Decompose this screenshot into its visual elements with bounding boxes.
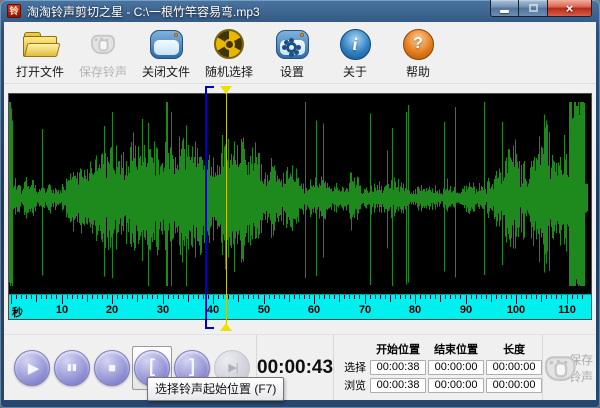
maximize-icon <box>529 4 538 12</box>
toolbar-button-help[interactable]: ? 帮助 <box>390 26 446 81</box>
settings-gear-icon <box>276 30 309 59</box>
column-header-length: 长度 <box>486 341 542 357</box>
play-selection-icon: ▶| <box>228 361 237 374</box>
toolbar-label: 打开文件 <box>16 63 64 80</box>
client-area: 打开文件 保存铃声 关闭文件 随机选择 设置 i 关于 <box>4 22 596 400</box>
toolbar-label: 关闭文件 <box>142 63 190 80</box>
ruler-tick-label: 30 <box>150 304 176 316</box>
save-ringtone-bell-icon <box>88 31 117 57</box>
ruler-tick-label: 110 <box>554 304 580 316</box>
window-controls: × <box>490 0 592 17</box>
open-file-folder-icon <box>23 32 57 57</box>
pause-button[interactable]: ▮▮ <box>52 346 92 390</box>
ruler-tick-label: 90 <box>453 304 479 316</box>
toolbar-label: 关于 <box>343 63 367 80</box>
ruler-tick-label: 40 <box>200 304 226 316</box>
select-start-icon: [ <box>149 356 155 377</box>
close-icon: × <box>566 1 574 16</box>
row-label-selection: 选择 <box>338 359 368 375</box>
waveform-panel: 秒 10 20 30 40 50 60 70 80 90 100 110 <box>8 86 592 332</box>
ruler-tick-label: 20 <box>99 304 125 316</box>
ruler-unit-label: 秒 <box>12 304 23 319</box>
row-label-browse: 浏览 <box>338 377 368 393</box>
ruler-tick-label: 100 <box>503 304 529 316</box>
select-end-icon: ] <box>189 356 195 377</box>
browse-end-value: 00:00:00 <box>428 378 484 393</box>
help-question-icon: ? <box>403 29 434 60</box>
marker-handle-strip-bottom[interactable] <box>8 320 592 332</box>
browse-start-value: 00:00:38 <box>370 378 426 393</box>
toolbar-label: 随机选择 <box>205 63 253 80</box>
column-header-end: 结束位置 <box>428 341 484 357</box>
stop-button[interactable]: ■ <box>92 346 132 390</box>
play-button[interactable]: ▶ <box>12 346 52 390</box>
pause-icon: ▮▮ <box>67 362 77 373</box>
toolbar-button-close-file[interactable]: 关闭文件 <box>138 26 194 81</box>
titlebar[interactable]: 铃 淘淘铃声剪切之星 - C:\一根竹竿容易弯.mp3 × <box>0 0 600 22</box>
browse-length-value: 00:00:00 <box>486 378 542 393</box>
toolbar-button-settings[interactable]: 设置 <box>264 26 320 81</box>
toolbar-button-save-ringtone[interactable]: 保存铃声 <box>75 26 131 81</box>
minimize-button[interactable] <box>490 0 519 17</box>
play-icon: ▶ <box>28 359 40 377</box>
waveform-display[interactable] <box>9 94 591 294</box>
toolbar: 打开文件 保存铃声 关闭文件 随机选择 设置 i 关于 <box>4 22 596 84</box>
about-info-icon: i <box>340 29 371 60</box>
selection-start-value: 00:00:38 <box>370 360 426 375</box>
selection-length-value: 00:00:00 <box>486 360 542 375</box>
toolbar-label: 保存铃声 <box>79 63 127 80</box>
toolbar-label: 帮助 <box>406 63 430 80</box>
timeline-ruler[interactable]: 秒 10 20 30 40 50 60 70 80 90 100 110 <box>9 294 591 319</box>
toolbar-button-open-file[interactable]: 打开文件 <box>12 26 68 81</box>
ruler-tick-label: 10 <box>49 304 75 316</box>
tooltip: 选择铃声起始位置 (F7) <box>147 377 284 401</box>
app-window: 铃 淘淘铃声剪切之星 - C:\一根竹竿容易弯.mp3 × 打开文件 保存铃声 … <box>0 0 600 408</box>
toolbar-button-random-select[interactable]: 随机选择 <box>201 26 257 81</box>
toolbar-label: 设置 <box>280 63 304 80</box>
control-panel: ▶ ▮▮ ■ [ ] ▶| 00:00:43 开始位置 结束位置 长度 选择 0… <box>4 334 596 400</box>
close-button[interactable]: × <box>547 0 592 17</box>
window-title: 淘淘铃声剪切之星 - C:\一根竹竿容易弯.mp3 <box>27 3 260 20</box>
ruler-tick-label: 70 <box>352 304 378 316</box>
save-ringtone-button[interactable]: 保存铃声 <box>542 335 596 400</box>
ruler-tick-label: 80 <box>402 304 428 316</box>
marker-handle-strip-top[interactable] <box>8 86 592 93</box>
selection-end-value: 00:00:00 <box>428 360 484 375</box>
maximize-button[interactable] <box>519 0 547 17</box>
toolbar-button-about[interactable]: i 关于 <box>327 26 383 81</box>
column-header-start: 开始位置 <box>370 341 426 357</box>
app-icon: 铃 <box>7 4 21 18</box>
positions-table: 开始位置 结束位置 长度 选择 00:00:38 00:00:00 00:00:… <box>333 335 542 400</box>
ruler-tick-label: 50 <box>251 304 277 316</box>
minimize-icon <box>500 10 509 13</box>
random-select-icon <box>214 29 244 59</box>
close-file-icon <box>150 30 183 59</box>
ruler-tick-label: 60 <box>301 304 327 316</box>
save-ringtone-bell-icon <box>541 351 562 384</box>
stop-icon: ■ <box>108 360 116 375</box>
